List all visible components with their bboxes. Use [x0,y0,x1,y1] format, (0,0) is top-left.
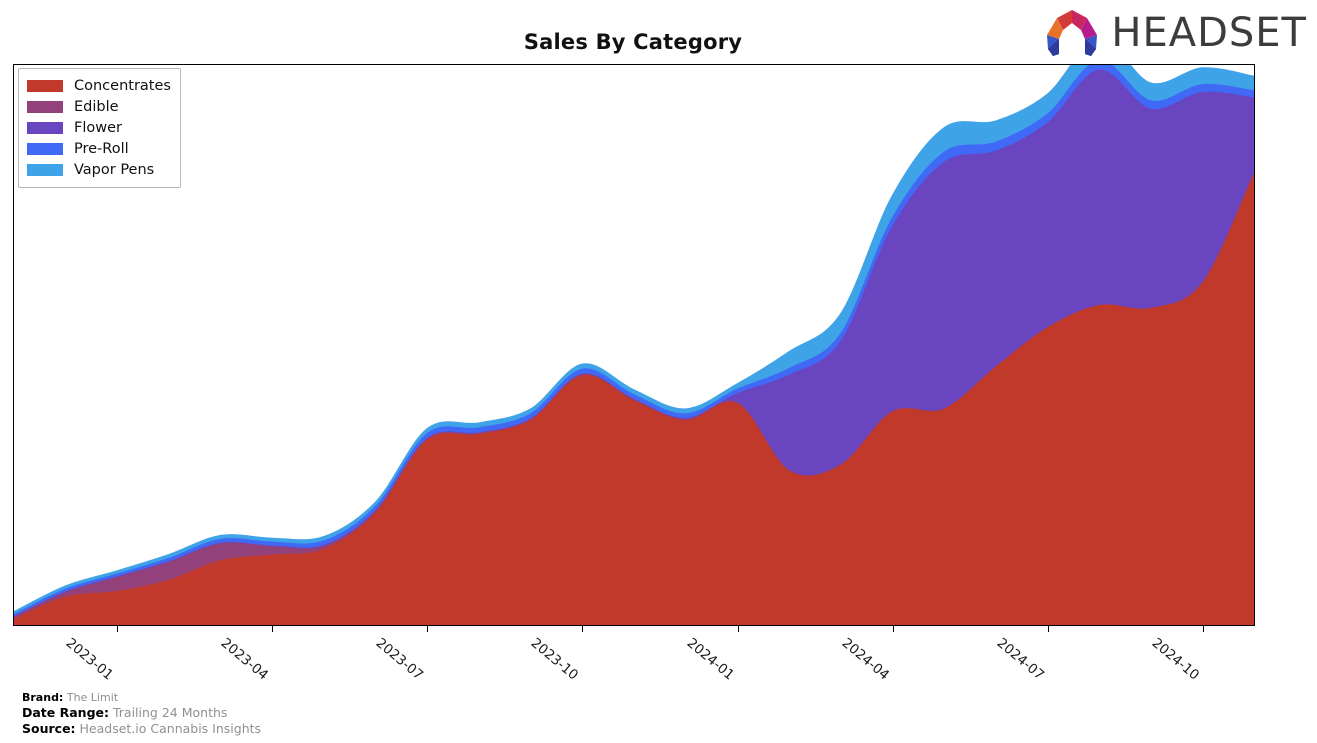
x-axis-tick-label: 2023-07 [372,635,427,684]
legend-label: Vapor Pens [74,161,155,178]
legend-item[interactable]: Concentrates [27,75,171,96]
x-axis-tick [1203,626,1205,632]
footnote-source: Source: Headset.io Cannabis Insights [22,721,261,737]
legend-item[interactable]: Flower [27,117,171,138]
x-axis-tick [737,626,739,632]
legend-item[interactable]: Pre-Roll [27,138,171,159]
footnote-brand-value: The Limit [66,691,119,704]
legend-swatch [27,100,63,113]
footnote-date-value: Trailing 24 Months [112,705,228,720]
footnote-brand: Brand: The Limit [22,690,261,705]
stacked-area-chart [14,65,1254,625]
legend-label: Edible [74,98,119,115]
x-axis-tick-label: 2023-01 [62,635,116,684]
plot-area [13,64,1255,626]
legend-swatch [27,79,63,92]
x-axis-tick [271,626,273,632]
x-axis-tick-label: 2024-10 [1148,635,1203,684]
headset-logo: HEADSET [1041,8,1307,58]
x-axis-tick-label: 2023-04 [217,635,271,684]
chart-legend: Concentrates Edible Flower Pre-Roll Vapor Pe… [18,68,181,188]
x-axis-tick [582,626,584,632]
legend-label: Pre-Roll [74,140,129,157]
legend-swatch [27,142,63,155]
x-axis-tick-label: 2024-04 [838,635,892,684]
x-axis: 2023-01 2023-04 2023-07 2023-10 2024-01 2024-… [13,626,1255,686]
chart-footnotes: Brand: The Limit Date Range: Trailing 24… [22,690,261,737]
footnote-source-label: Source: [22,721,76,736]
legend-item[interactable]: Edible [27,96,171,117]
legend-swatch [27,163,63,176]
x-axis-tick-label: 2024-07 [993,635,1048,684]
legend-label: Flower [74,119,122,136]
legend-swatch [27,121,63,134]
x-axis-tick-label: 2024-01 [683,635,737,684]
footnote-date-range: Date Range: Trailing 24 Months [22,705,261,721]
footnote-date-label: Date Range: [22,705,109,720]
footnote-source-value: Headset.io Cannabis Insights [79,721,262,736]
x-axis-tick [1048,626,1049,632]
legend-item[interactable]: Vapor Pens [27,159,171,180]
chart-page: Sales By Category HEADSET Concentrates Ed… [0,0,1317,743]
footnote-brand-label: Brand: [22,691,64,704]
x-axis-tick-label: 2023-10 [527,635,582,684]
headset-logo-icon [1047,10,1098,56]
headset-logo-text: HEADSET [1111,10,1307,56]
x-axis-tick [427,626,428,632]
x-axis-tick [116,626,118,632]
x-axis-tick [892,626,894,632]
legend-label: Concentrates [74,77,171,94]
